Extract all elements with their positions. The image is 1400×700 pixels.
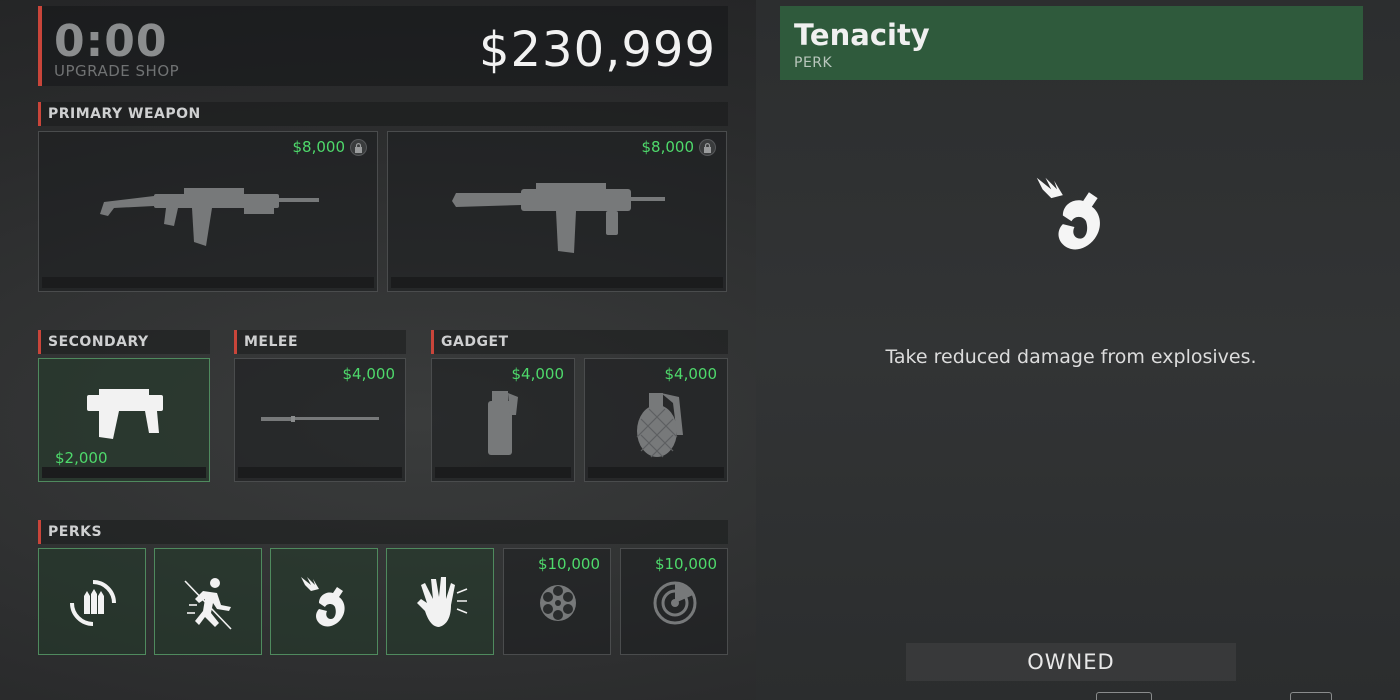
price-label: $10,000	[537, 555, 600, 573]
primary-weapon-slot-2[interactable]: $8,000	[387, 131, 727, 292]
radar-icon	[653, 581, 697, 625]
price-label: $2,000	[55, 449, 108, 467]
progress-track	[238, 467, 402, 478]
secondary-weapon-slot[interactable]: $2,000	[38, 358, 210, 482]
progress-track	[435, 467, 571, 478]
progress-track	[42, 467, 206, 478]
lock-icon	[350, 139, 367, 156]
perk-type: PERK	[794, 55, 833, 71]
primary-weapon-slot-1[interactable]: $8,000	[38, 131, 378, 292]
quick-hands-icon	[417, 577, 468, 627]
round-timer: 0:00	[54, 16, 168, 67]
perk-slot-1[interactable]	[38, 548, 146, 655]
price-label: $10,000	[654, 555, 717, 573]
perk-title-card: Tenacity PERK	[780, 6, 1363, 80]
gadget-slot-2[interactable]: $4,000	[584, 358, 728, 482]
progress-track	[42, 277, 374, 288]
perk-description: Take reduced damage from explosives.	[885, 346, 1257, 368]
perk-name: Tenacity	[794, 18, 930, 52]
progress-track	[391, 277, 723, 288]
price-label: $8,000	[292, 138, 346, 156]
perk-slot-5[interactable]: $10,000	[503, 548, 611, 655]
key-hint-box	[1096, 692, 1152, 700]
price-label: $4,000	[342, 365, 396, 383]
ammo-cycle-icon	[70, 580, 116, 626]
revolver-cylinder-icon	[540, 585, 576, 621]
price-label: $4,000	[511, 365, 565, 383]
price-label: $4,000	[664, 365, 718, 383]
frag-grenade-icon	[636, 393, 683, 458]
section-perks: PERKS	[38, 520, 728, 544]
section-gadget: GADGET	[431, 330, 728, 354]
stun-grenade-icon	[488, 391, 518, 455]
key-hint-box	[1290, 692, 1332, 700]
perk-slot-2[interactable]	[154, 548, 262, 655]
owned-status: OWNED	[906, 643, 1236, 681]
pistol-icon	[87, 389, 163, 439]
melee-slot[interactable]: $4,000	[234, 358, 406, 482]
assault-rifle-icon	[100, 188, 319, 246]
progress-track	[588, 467, 724, 478]
tenacity-icon	[301, 577, 345, 627]
gadget-slot-1[interactable]: $4,000	[431, 358, 575, 482]
money-balance: $230,999	[478, 22, 716, 78]
section-secondary: SECONDARY	[38, 330, 210, 354]
perk-slot-4[interactable]	[386, 548, 494, 655]
perk-slot-6[interactable]: $10,000	[620, 548, 728, 655]
smg-icon	[452, 183, 665, 253]
sprinter-icon	[184, 578, 232, 630]
price-label: $8,000	[641, 138, 695, 156]
tenacity-icon	[1036, 177, 1100, 250]
shop-panel: 0:00 UPGRADE SHOP $230,999 PRIMARY WEAPO…	[0, 0, 740, 700]
perk-slot-3[interactable]	[270, 548, 378, 655]
section-melee: MELEE	[234, 330, 406, 354]
shop-header: 0:00 UPGRADE SHOP $230,999	[38, 6, 728, 86]
lock-icon	[699, 139, 716, 156]
shop-title: UPGRADE SHOP	[54, 62, 180, 80]
perk-detail-panel: Tenacity PERK Take reduced damage from e…	[756, 0, 1400, 700]
katana-icon	[261, 416, 379, 422]
section-primary-weapon: PRIMARY WEAPON	[38, 102, 728, 126]
